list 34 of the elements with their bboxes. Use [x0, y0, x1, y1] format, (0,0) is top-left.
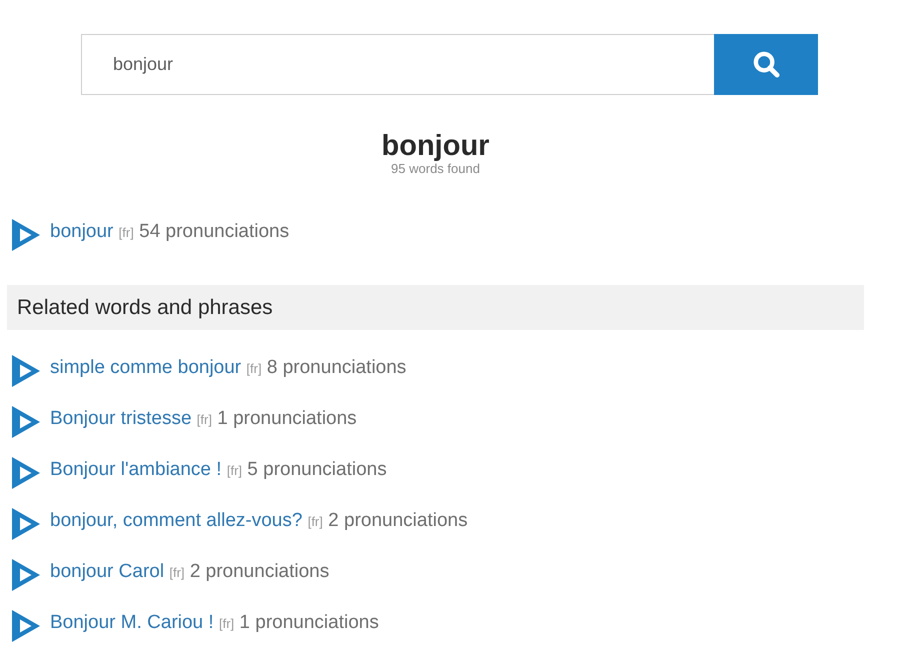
pronunciation-count: 2 pronunciations	[328, 510, 468, 530]
search-icon	[752, 51, 780, 78]
play-icon[interactable]	[12, 508, 40, 540]
word-link[interactable]: bonjour	[50, 220, 114, 242]
search-field[interactable]: bonjour	[81, 34, 714, 95]
play-icon[interactable]	[12, 610, 40, 642]
pronunciation-count: 54 pronunciations	[139, 220, 290, 242]
language-tag: [fr]	[169, 564, 185, 580]
pronunciation-count: 1 pronunciations	[217, 408, 357, 428]
language-tag: [fr]	[118, 224, 134, 240]
pronunciation-count: 5 pronunciations	[247, 458, 387, 480]
language-tag: [fr]	[246, 360, 262, 376]
play-icon[interactable]	[12, 559, 40, 591]
word-link[interactable]: simple comme bonjour	[50, 356, 242, 378]
search-button[interactable]	[714, 34, 818, 95]
word-link[interactable]: bonjour, comment allez-vous?	[50, 510, 302, 530]
pronunciation-count: 2 pronunciations	[190, 560, 330, 582]
section-header: Related words and phrases	[7, 285, 864, 330]
pronunciation-count: 8 pronunciations	[266, 356, 406, 378]
play-icon[interactable]	[12, 219, 40, 251]
play-icon[interactable]	[12, 406, 40, 438]
word-link[interactable]: Bonjour M. Cariou !	[50, 612, 214, 632]
play-icon[interactable]	[12, 355, 40, 387]
pronunciation-count: 1 pronunciations	[239, 612, 379, 632]
language-tag: [fr]	[308, 514, 323, 528]
language-tag: [fr]	[196, 412, 212, 426]
result-count: 95 words found	[391, 161, 480, 177]
play-icon[interactable]	[12, 457, 40, 489]
word-link[interactable]: Bonjour l'ambiance !	[50, 458, 222, 480]
result-title: bonjour	[382, 129, 490, 163]
word-link[interactable]: Bonjour tristesse	[50, 408, 192, 428]
word-link[interactable]: bonjour Carol	[50, 560, 164, 582]
language-tag: [fr]	[226, 462, 242, 478]
language-tag: [fr]	[218, 616, 234, 630]
